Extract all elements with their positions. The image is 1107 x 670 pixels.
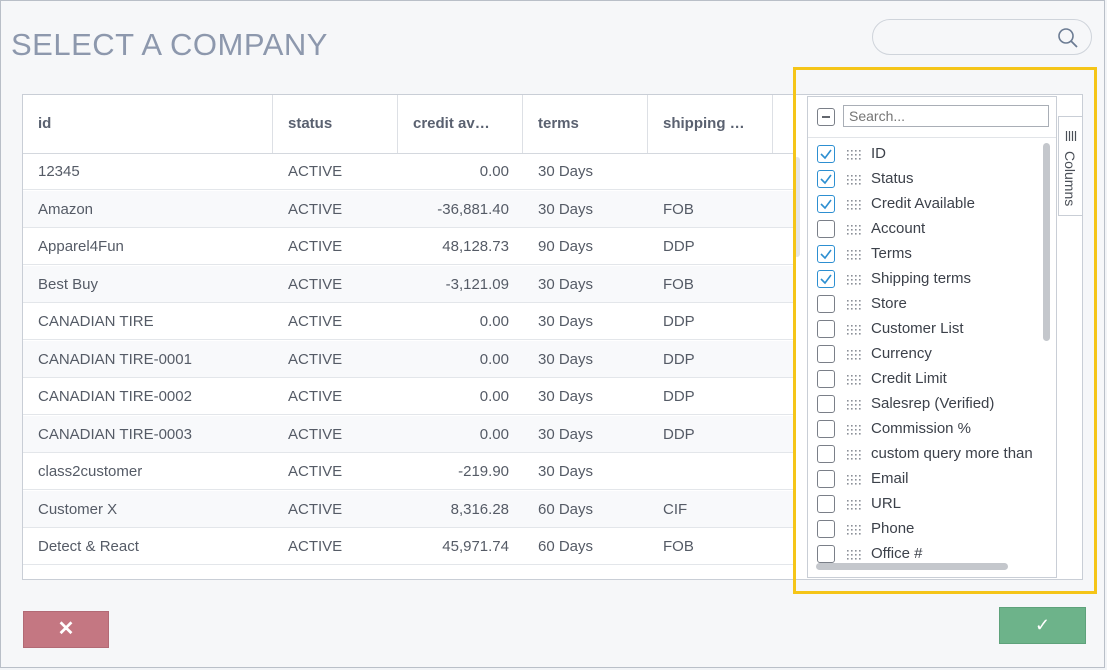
cell-shipping-terms: DDP (663, 351, 695, 368)
search-input[interactable] (887, 28, 1051, 48)
cell-terms: 30 Days (538, 313, 594, 330)
cell-terms: 30 Days (538, 163, 594, 180)
cell-credit-available: -36,881.40 (437, 201, 509, 218)
table-row[interactable]: CANADIAN TIRE-0002 ACTIVE 0.00 30 Days DDP (23, 378, 794, 415)
select-company-dialog: SELECT A COMPANY id status credit av… te… (0, 0, 1105, 668)
cell-credit-available: 8,316.28 (450, 501, 509, 518)
header-credit-available[interactable]: credit av… (398, 95, 523, 153)
cell-credit-available: -219.90 (458, 463, 509, 480)
cell-credit-available: 45,971.74 (442, 538, 509, 555)
company-search-box[interactable] (872, 19, 1092, 55)
cell-id: Amazon (38, 201, 94, 218)
cell-status: ACTIVE (288, 201, 343, 218)
cell-terms: 30 Days (538, 201, 594, 218)
cell-status: ACTIVE (288, 238, 343, 255)
cell-id: class2customer (38, 463, 143, 480)
header-shipping-terms[interactable]: shipping … (648, 95, 773, 153)
cell-status: ACTIVE (288, 276, 343, 293)
table-row[interactable]: CANADIAN TIRE-0003 ACTIVE 0.00 30 Days DDP (23, 416, 794, 453)
cell-terms: 90 Days (538, 238, 594, 255)
cell-id: Best Buy (38, 276, 99, 293)
cell-status: ACTIVE (288, 388, 343, 405)
table-row[interactable]: 12345 ACTIVE 0.00 30 Days (23, 153, 794, 190)
cell-id: Detect & React (38, 538, 139, 555)
table-row[interactable]: Detect & React ACTIVE 45,971.74 60 Days FOB (23, 528, 794, 565)
header-terms[interactable]: terms (523, 95, 648, 153)
cell-terms: 60 Days (538, 538, 594, 555)
cell-status: ACTIVE (288, 313, 343, 330)
cell-credit-available: 0.00 (479, 163, 509, 180)
cell-shipping-terms (648, 453, 773, 490)
cell-credit-available: 0.00 (479, 426, 509, 443)
cell-id: Apparel4Fun (38, 238, 124, 255)
cell-status: ACTIVE (288, 501, 343, 518)
page-title: SELECT A COMPANY (11, 27, 328, 62)
table-row[interactable]: Apparel4Fun ACTIVE 48,128.73 90 Days DDP (23, 228, 794, 265)
header-id[interactable]: id (23, 95, 273, 153)
cell-id: CANADIAN TIRE-0002 (38, 388, 192, 405)
cell-shipping-terms: DDP (663, 313, 695, 330)
header-status[interactable]: status (273, 95, 398, 153)
cell-terms: 30 Days (538, 463, 594, 480)
table-row[interactable]: class2customer ACTIVE -219.90 30 Days (23, 453, 794, 490)
cell-id: Customer X (38, 501, 118, 518)
cell-shipping-terms (648, 153, 773, 190)
cell-shipping-terms: DDP (663, 388, 695, 405)
cell-credit-available: -3,121.09 (445, 276, 509, 293)
cell-terms: 30 Days (538, 276, 594, 293)
table-row[interactable]: CANADIAN TIRE ACTIVE 0.00 30 Days DDP (23, 303, 794, 340)
cell-shipping-terms: FOB (663, 538, 694, 555)
cell-status: ACTIVE (288, 351, 343, 368)
cell-id: 12345 (38, 163, 80, 180)
cell-terms: 30 Days (538, 351, 594, 368)
cell-shipping-terms: FOB (663, 276, 694, 293)
cell-shipping-terms: CIF (663, 501, 688, 518)
cell-id: CANADIAN TIRE-0003 (38, 426, 192, 443)
cell-status: ACTIVE (288, 538, 343, 555)
cell-credit-available: 0.00 (479, 351, 509, 368)
cell-terms: 60 Days (538, 501, 594, 518)
cell-id: CANADIAN TIRE (38, 313, 154, 330)
cell-credit-available: 0.00 (479, 388, 509, 405)
table-row[interactable]: Best Buy ACTIVE -3,121.09 30 Days FOB (23, 266, 794, 303)
table-row[interactable]: CANADIAN TIRE-0001 ACTIVE 0.00 30 Days DDP (23, 341, 794, 378)
table-row[interactable]: Amazon ACTIVE -36,881.40 30 Days FOB (23, 191, 794, 228)
search-icon[interactable] (1057, 27, 1079, 49)
cell-shipping-terms: DDP (663, 238, 695, 255)
highlight-box (793, 67, 1097, 594)
cell-credit-available: 0.00 (479, 313, 509, 330)
cell-status: ACTIVE (288, 463, 343, 480)
table-row[interactable]: Customer X ACTIVE 8,316.28 60 Days CIF (23, 491, 794, 528)
cell-status: ACTIVE (288, 426, 343, 443)
cell-terms: 30 Days (538, 388, 594, 405)
cell-shipping-terms: FOB (663, 201, 694, 218)
cell-terms: 30 Days (538, 426, 594, 443)
cell-shipping-terms: DDP (663, 426, 695, 443)
cell-status: ACTIVE (288, 163, 343, 180)
confirm-button[interactable]: ✓ (999, 607, 1086, 644)
cell-id: CANADIAN TIRE-0001 (38, 351, 192, 368)
grid-header: id status credit av… terms shipping … (23, 95, 794, 154)
cancel-button[interactable]: ✕ (23, 611, 109, 648)
cell-credit-available: 48,128.73 (442, 238, 509, 255)
